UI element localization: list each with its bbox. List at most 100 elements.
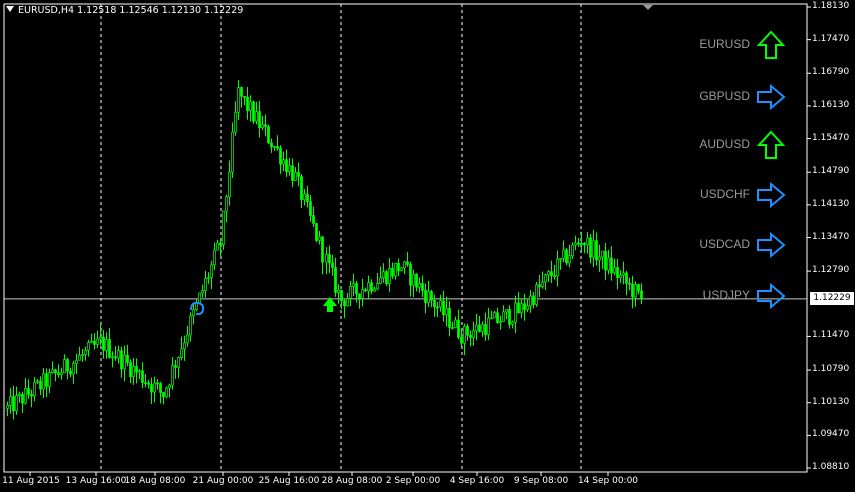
candle-body — [96, 338, 99, 345]
candle-body — [631, 283, 634, 298]
candle-body — [72, 363, 75, 375]
candle-body — [318, 236, 321, 241]
candle-body — [210, 264, 213, 278]
candle-body — [90, 340, 93, 343]
candle-body — [252, 101, 255, 122]
candle-body — [613, 267, 616, 274]
candle-body — [484, 324, 487, 335]
candle-body — [532, 295, 535, 305]
candle-body — [571, 244, 574, 257]
candle-body — [574, 242, 577, 246]
candle-body — [427, 291, 430, 303]
time-label: 4 Sep 16:00 — [449, 476, 505, 486]
candle-body — [18, 393, 21, 396]
candle-body — [334, 267, 337, 293]
price-label: 1.10130 — [812, 396, 850, 407]
time-label: 13 Aug 16:00 — [65, 476, 127, 486]
candle-body — [544, 274, 547, 283]
candle-body — [637, 284, 640, 292]
candle-body — [288, 165, 291, 172]
price-label: 1.09470 — [812, 429, 850, 440]
candle-body — [622, 272, 625, 276]
candle-body — [162, 392, 165, 398]
candle-body — [361, 289, 364, 299]
candle-body — [267, 126, 270, 144]
candle-body — [502, 311, 505, 322]
candle-body — [75, 359, 78, 364]
candle-body — [403, 261, 406, 269]
candle-body — [373, 288, 376, 292]
candle-body — [640, 290, 643, 300]
candle-body — [132, 366, 135, 377]
candle-body — [466, 325, 469, 336]
candle-body — [234, 111, 237, 133]
chart-ohlc-values: 1.12518 1.12546 1.12130 1.12229 — [77, 5, 244, 16]
candle-body — [583, 243, 586, 246]
candle-body — [141, 370, 144, 383]
candle-body — [379, 277, 382, 284]
candle-body — [201, 290, 204, 294]
candle-body — [105, 339, 108, 351]
signal-row-eurusd: EURUSD — [660, 30, 786, 60]
candle-body — [303, 193, 306, 201]
candle-body — [240, 87, 243, 97]
candle-body — [57, 372, 60, 375]
candle-body — [237, 87, 240, 113]
candle-body — [610, 257, 613, 274]
price-label: 1.14790 — [812, 166, 850, 177]
candle-body — [135, 366, 138, 373]
candle-body — [481, 324, 484, 332]
candle-body — [126, 354, 129, 363]
candle-body — [625, 272, 628, 284]
candle-body — [556, 258, 559, 277]
candle-body — [328, 254, 331, 264]
candle-body — [276, 146, 279, 149]
candle-body — [192, 309, 195, 317]
candle-body — [45, 373, 48, 387]
candle-body — [36, 380, 39, 383]
candle-body — [397, 263, 400, 272]
right-arrow-icon — [757, 181, 786, 209]
candle-body — [129, 362, 132, 377]
up-arrow-icon — [756, 30, 786, 59]
candle-body — [81, 354, 84, 356]
candle-body — [183, 342, 186, 350]
candle-body — [382, 271, 385, 279]
candle-body — [370, 282, 373, 292]
candle-body — [508, 309, 511, 325]
signal-row-audusd: AUDUSD — [660, 130, 786, 160]
candle-body — [123, 354, 126, 370]
candle-body — [487, 317, 490, 335]
candle-body — [312, 215, 315, 224]
candle-body — [385, 271, 388, 284]
candle-body — [325, 254, 328, 263]
collapse-triangle-icon[interactable] — [6, 6, 14, 12]
chart-window[interactable]: EURUSD,H4 1.12518 1.12546 1.12130 1.1222… — [0, 0, 855, 492]
candle-body — [156, 382, 159, 385]
candle-body — [78, 355, 81, 361]
candle-body — [219, 242, 222, 245]
candle-body — [364, 289, 367, 292]
candle-body — [93, 340, 96, 345]
candle-body — [388, 268, 391, 284]
candle-body — [228, 171, 231, 198]
candle-body — [529, 295, 532, 307]
candle-body — [264, 124, 267, 127]
candle-body — [270, 142, 273, 148]
right-arrow-icon — [757, 231, 786, 259]
candle-body — [198, 292, 201, 303]
candle-body — [337, 289, 340, 293]
price-label: 1.11470 — [812, 330, 850, 341]
candle-body — [541, 281, 544, 288]
candle-body — [54, 369, 57, 374]
signal-symbol-label: EURUSD — [699, 37, 750, 51]
candle-body — [213, 249, 216, 266]
candle-body — [165, 387, 168, 398]
candle-body — [565, 249, 568, 264]
candle-body — [111, 356, 114, 359]
candle-body — [114, 356, 117, 359]
time-label: 28 Aug 08:00 — [321, 476, 383, 486]
candle-body — [457, 319, 460, 338]
candle-body — [189, 315, 192, 336]
candle-body — [243, 96, 246, 98]
